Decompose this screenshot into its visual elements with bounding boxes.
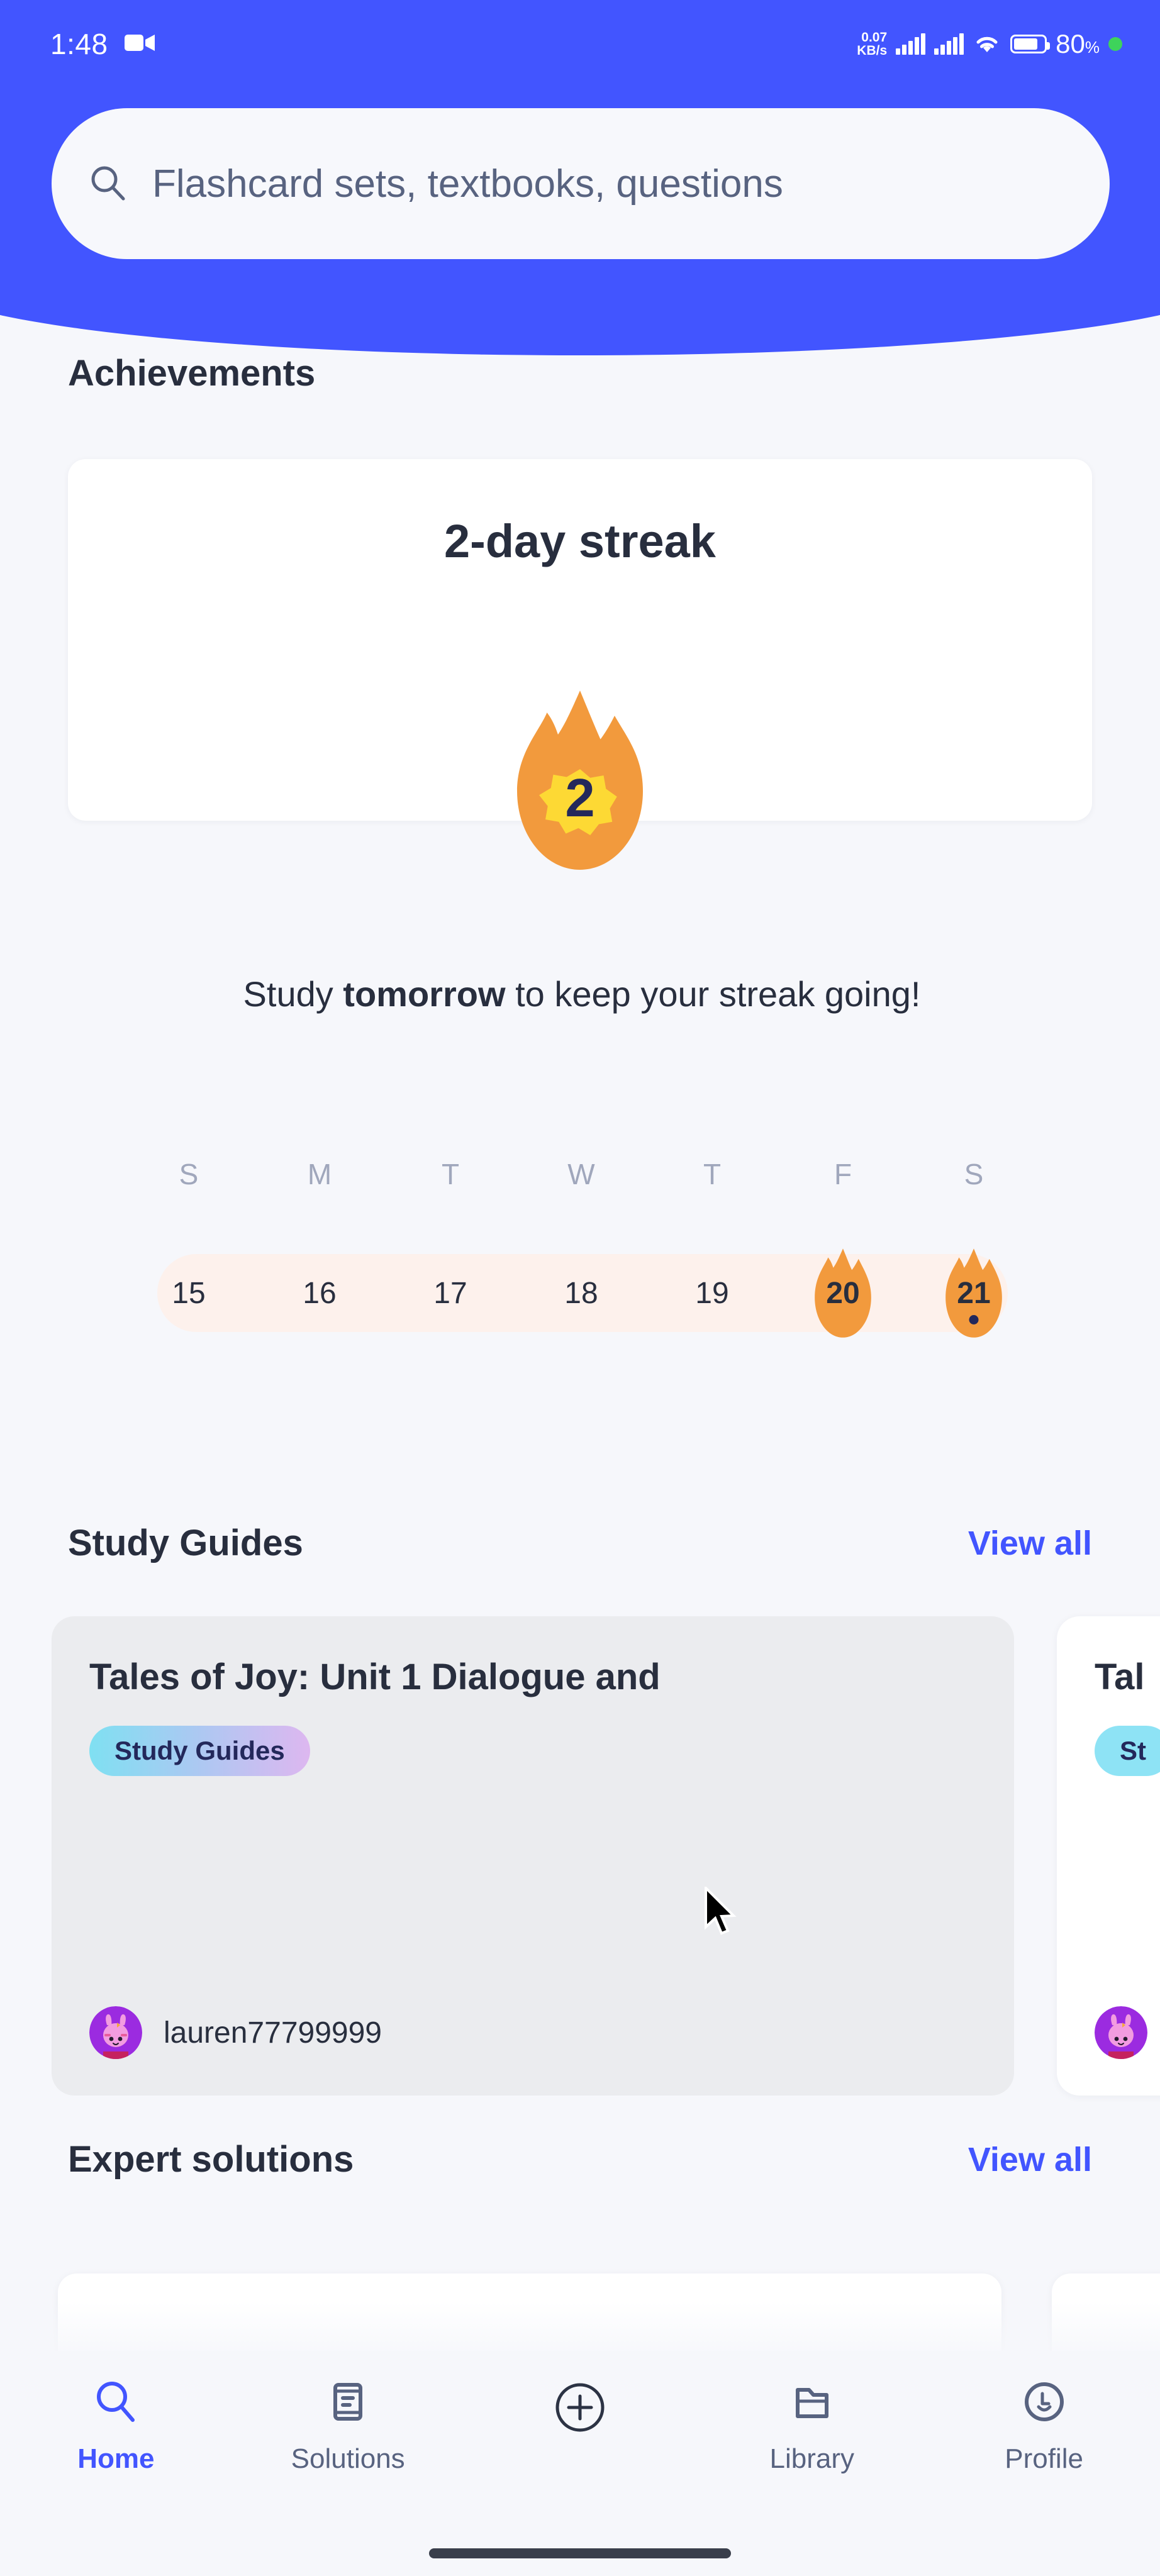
weekday-label: T: [441, 1158, 460, 1191]
nav-label-solutions: Solutions: [291, 2443, 405, 2474]
weekday-label: S: [964, 1158, 984, 1191]
nav-item-solutions[interactable]: Solutions: [254, 2377, 442, 2475]
today-indicator-dot: [969, 1315, 979, 1324]
network-speed-indicator: 0.07 KB/s: [857, 31, 887, 57]
streak-day-number: 16: [303, 1276, 337, 1310]
search-placeholder-text: Flashcard sets, textbooks, questions: [152, 162, 783, 206]
nav-item-library[interactable]: Library: [718, 2377, 906, 2475]
weekday-label: W: [567, 1158, 595, 1191]
study-guides-heading: Study Guides: [68, 1523, 303, 1563]
achievements-heading-wrap: Achievements: [68, 352, 315, 394]
streak-message-bold: tomorrow: [343, 974, 506, 1014]
study-guides-header: Study Guides View all: [68, 1522, 1092, 1564]
study-guide-badge: St: [1095, 1725, 1160, 1776]
study-guide-title: Tales of Joy: Unit 1 Dialogue and: [89, 1657, 661, 1697]
bunny-avatar-icon: [1095, 2006, 1147, 2059]
study-guide-card[interactable]: Tal St: [1057, 1616, 1160, 2096]
streak-day-cell-today[interactable]: 21: [936, 1248, 1012, 1338]
nav-label-library: Library: [769, 2443, 855, 2474]
weekday-label: T: [703, 1158, 722, 1191]
streak-day-number: 20: [826, 1276, 860, 1310]
nav-item-profile[interactable]: Profile: [950, 2377, 1139, 2475]
status-bar-right: 0.07 KB/s 80%: [857, 29, 1122, 59]
folder-icon: [788, 2377, 837, 2429]
study-guide-card[interactable]: Tales of Joy: Unit 1 Dialogue and Study …: [52, 1616, 1014, 2096]
weekday-label: S: [179, 1158, 199, 1191]
status-indicator-dot: [1108, 37, 1122, 51]
cellular-signal-icon: [896, 33, 926, 55]
flame-icon: 2: [517, 691, 643, 870]
streak-day-number: 17: [433, 1276, 467, 1310]
bottom-navigation: Home Solutions Library Profile: [0, 2351, 1160, 2576]
streak-flame-badge: 2: [501, 687, 659, 876]
study-guides-rail[interactable]: Tales of Joy: Unit 1 Dialogue and Study …: [0, 1616, 1160, 2113]
streak-day-number: 15: [172, 1276, 206, 1310]
status-bar: 1:48 0.07 KB/s 80%: [0, 0, 1160, 88]
streak-message: Study tomorrow to keep your streak going…: [151, 972, 1013, 1016]
network-speed-value: 0.07: [861, 30, 888, 45]
search-input[interactable]: Flashcard sets, textbooks, questions: [52, 108, 1110, 259]
weekday-label: M: [307, 1158, 332, 1191]
streak-day-number: 18: [564, 1276, 598, 1310]
battery-icon: [1010, 35, 1051, 53]
streak-day-cell[interactable]: 19: [674, 1254, 750, 1332]
nav-label-home: Home: [77, 2443, 155, 2474]
weekday-row: S M T W T F S: [151, 1157, 1012, 1191]
nav-item-create[interactable]: [486, 2377, 674, 2455]
streak-day-cell[interactable]: 16: [282, 1254, 357, 1332]
cellular-signal-icon-2: [934, 33, 964, 55]
search-icon: [88, 163, 127, 205]
streak-card-content: 2-day streak: [68, 459, 1092, 568]
status-bar-left: 1:48: [50, 27, 156, 61]
book-icon: [323, 2377, 372, 2429]
achievements-heading: Achievements: [68, 353, 316, 394]
scroll-content: Achievements 2-day streak 2 Study tomorr…: [0, 0, 1160, 2576]
home-indicator: [429, 2548, 731, 2558]
plus-circle-icon: [550, 2377, 610, 2441]
study-guide-badge: Study Guides: [89, 1725, 310, 1776]
study-guides-view-all[interactable]: View all: [968, 1524, 1092, 1563]
search-icon: [91, 2377, 140, 2429]
nav-item-home[interactable]: Home: [21, 2377, 210, 2475]
streak-message-prefix: Study: [243, 974, 343, 1014]
expert-solutions-heading: Expert solutions: [68, 2139, 354, 2180]
weekday-label: F: [834, 1158, 852, 1191]
streak-day-cell[interactable]: 18: [544, 1254, 619, 1332]
streak-count: 2: [565, 769, 594, 828]
study-guide-author-row[interactable]: lauren77799999: [89, 2006, 382, 2059]
expert-solutions-view-all[interactable]: View all: [968, 2140, 1092, 2179]
streak-date-row: 15 16 17 18 19 20 21: [151, 1248, 1012, 1338]
streak-title: 2-day streak: [444, 515, 716, 567]
streak-day-number: 19: [695, 1276, 729, 1310]
study-guide-title: Tal: [1095, 1657, 1145, 1697]
video-camera-icon: [124, 32, 156, 57]
streak-day-cell-active[interactable]: 20: [805, 1248, 881, 1338]
app-screen: Achievements 2-day streak 2 Study tomorr…: [0, 0, 1160, 2576]
wifi-icon: [973, 31, 1001, 57]
nav-label-profile: Profile: [1005, 2443, 1083, 2474]
expert-solutions-header: Expert solutions View all: [68, 2138, 1092, 2180]
streak-message-suffix: to keep your streak going!: [505, 974, 921, 1014]
study-guide-author-row[interactable]: [1095, 2006, 1160, 2059]
streak-day-cell[interactable]: 15: [151, 1254, 226, 1332]
streak-day-number: 21: [957, 1276, 991, 1310]
study-guide-author-name: lauren77799999: [164, 2016, 382, 2050]
profile-circle-icon: [1020, 2377, 1069, 2429]
battery-percent: 80%: [1056, 29, 1100, 58]
status-time: 1:48: [50, 28, 108, 60]
network-speed-unit: KB/s: [857, 43, 888, 58]
bunny-avatar-icon: [89, 2006, 142, 2059]
streak-day-cell[interactable]: 17: [413, 1254, 488, 1332]
